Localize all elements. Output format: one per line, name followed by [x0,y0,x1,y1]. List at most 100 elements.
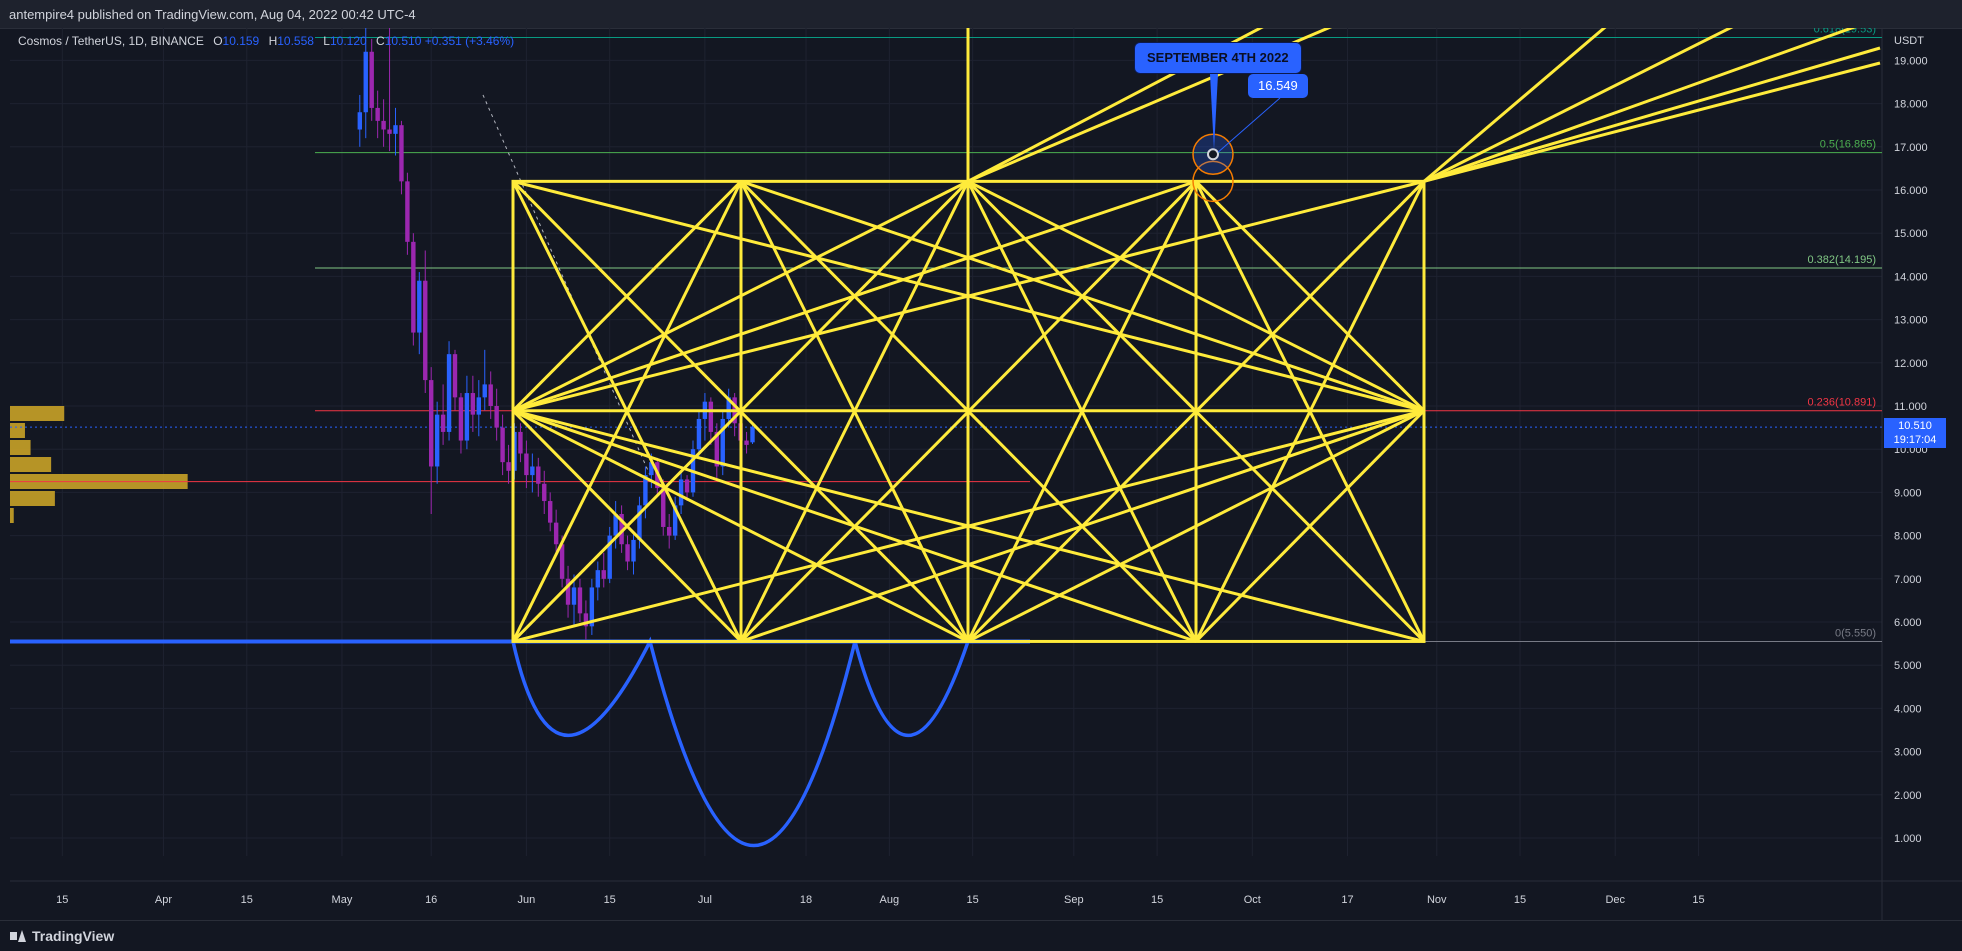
high-label: H [268,34,278,48]
candle-body [542,483,547,502]
candle-body [530,466,535,476]
time-tick-label: 15 [604,894,616,906]
candle-body [518,431,523,454]
chart-area[interactable]: 0(5.550) 0.236(10.891) 0.382(14.195) 0.5(16… [10,28,1962,921]
time-tick-label: Jun [518,894,536,906]
candle-body [631,539,636,562]
time-tick-label: 15 [967,894,979,906]
time-tick-label: Sep [1064,894,1084,906]
price-tick-label: 17.000 [1894,142,1928,154]
candle-body [625,544,630,562]
candle-body [369,51,374,108]
time-tick-label: Aug [880,894,900,906]
candle-body [440,414,446,432]
currency-label: USDT [1894,35,1924,47]
price-tick-label: 18.000 [1894,99,1928,111]
candle-body [571,587,577,605]
price-tick-label: 16.000 [1894,185,1928,197]
price-tick-label: 4.000 [1894,703,1922,715]
symbol-legend: Cosmos / TetherUS, 1D, BINANCE O10.159 H… [18,34,514,48]
candle-body [750,427,755,443]
tradingview-logo-icon [10,930,26,942]
gann-extension [1423,28,1857,183]
time-tick-label: Apr [155,894,172,906]
volume-profile-bar [10,423,25,438]
time-tick-label: 16 [425,894,437,906]
candle-body [500,427,505,463]
footer-bar: TradingView [0,920,1962,951]
close-value: 10.510 [384,34,422,48]
price-tick-label: 9.000 [1894,487,1922,499]
gann-fan-line [740,409,1425,643]
gann-fan-line [512,179,1197,413]
candle-body [417,280,422,333]
candle-body [434,414,440,467]
candle-body [536,466,541,484]
candle-body [661,488,666,527]
price-tick-label: 13.000 [1894,315,1928,327]
tradingview-logo[interactable]: TradingView [10,928,114,944]
last-price-value: 10.510 [1898,420,1932,432]
target-dot [1207,148,1219,161]
time-tick-label: Jul [698,894,712,906]
time-axis: Mar15Apr15May16Jun15Jul18Aug15Sep15Oct17… [56,894,1705,906]
time-tick-label: 15 [1151,894,1163,906]
low-value: 10.120 [329,34,367,48]
volume-profile-bar [10,440,31,455]
candle-body [744,440,749,445]
volume-profile-bar [10,457,52,472]
candle-body [423,280,428,381]
low-label: L [323,34,330,48]
price-tick-label: 6.000 [1894,617,1922,629]
price-tick-label: 14.000 [1894,271,1928,283]
candle-body [375,107,380,121]
time-tick-label: Nov [1427,894,1447,906]
candle-body [393,125,398,134]
candle-body [476,397,481,415]
price-tick-label: 2.000 [1894,790,1922,802]
candle-body [399,125,404,182]
price-tick-label: 11.000 [1894,401,1927,413]
open-label: O [213,34,223,48]
time-tick-label: Dec [1605,894,1625,906]
price-tick-label: 12.000 [1894,358,1928,370]
high-value: 10.558 [277,34,314,48]
price-tick-label: 5.000 [1894,660,1922,672]
candle-body [405,181,410,242]
candle-body [667,526,672,536]
candle-body [446,354,452,432]
candle-body [678,479,684,506]
price-tick-label: 15.000 [1894,228,1928,240]
price-tick-label: 7.000 [1894,574,1922,586]
fib-retracement: 0(5.550) 0.236(10.891) 0.382(14.195) 0.5(16… [315,28,1882,642]
candle-body [488,384,493,406]
time-tick-label: 17 [1341,894,1353,906]
time-tick-label: 15 [241,894,253,906]
publisher-info: antempire4 published on TradingView.com,… [9,7,416,22]
price-tick-label: 3.000 [1894,747,1922,759]
fib-level-label: 0.5(16.865) [1820,139,1876,151]
close-label: C [376,34,385,48]
candle-body [363,51,368,113]
candle-body [494,406,499,428]
volume-profile-bar [10,508,14,523]
price-chart[interactable]: 0(5.550) 0.236(10.891) 0.382(14.195) 0.5(16… [10,28,1962,921]
time-tick-label: 15 [1514,894,1526,906]
callout-date-label[interactable]: SEPTEMBER 4TH 2022 [1134,42,1302,74]
fib-level-label: 0(5.550) [1835,627,1876,639]
price-tick-label: 19.000 [1894,55,1928,67]
symbol-name: Cosmos / TetherUS, 1D, BINANCE [18,34,204,48]
candle-body [696,418,702,450]
pattern-curve [511,636,970,848]
candle-body [601,570,606,579]
volume-profile-bar [10,491,55,506]
candle-body [381,120,386,130]
time-tick-label: 15 [1692,894,1704,906]
candle-body [452,354,458,398]
top-bar: antempire4 published on TradingView.com,… [0,0,1962,29]
callout-price-label[interactable]: 16.549 [1248,74,1308,98]
time-tick-label: May [332,894,353,906]
gann-fan-line [740,179,1425,413]
candle-body [506,462,511,471]
candle-body [429,380,434,467]
